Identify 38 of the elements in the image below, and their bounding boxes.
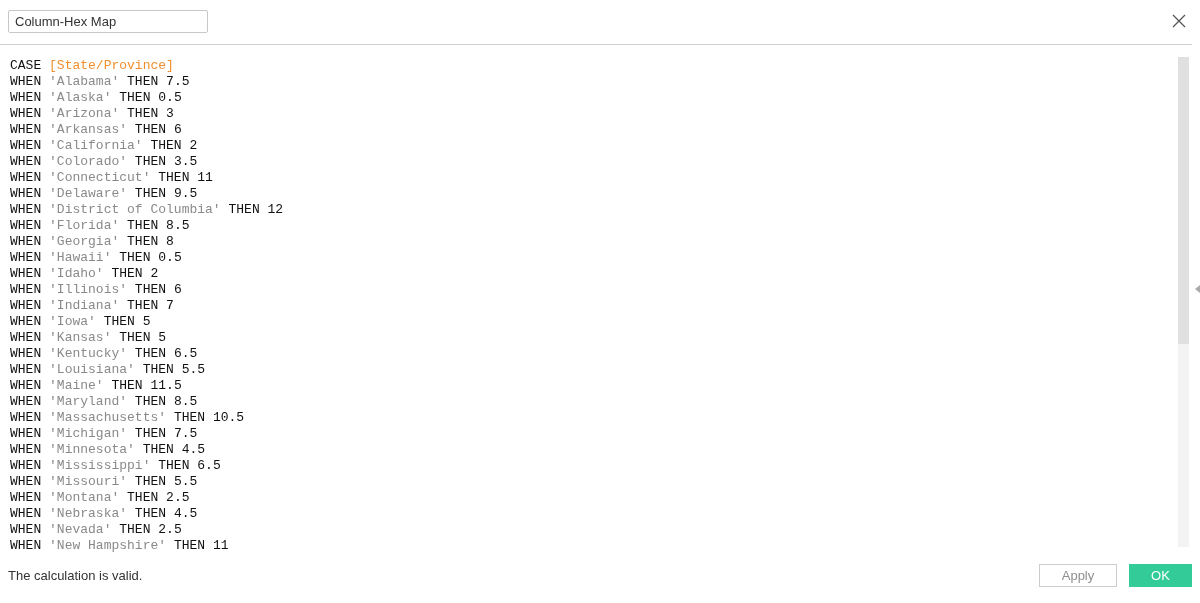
code-line: WHEN 'Massachusetts' THEN 10.5 — [10, 410, 246, 426]
collapse-handle-icon[interactable] — [1195, 285, 1200, 293]
code-line: WHEN 'Missouri' THEN 5.5 — [10, 474, 199, 490]
scrollbar-thumb[interactable] — [1178, 57, 1189, 344]
code-line: WHEN 'Nebraska' THEN 4.5 — [10, 506, 199, 522]
code-line: WHEN 'New Hampshire' THEN 11 — [10, 538, 230, 554]
code-line: WHEN 'Montana' THEN 2.5 — [10, 490, 191, 506]
code-line: WHEN 'Mississippi' THEN 6.5 — [10, 458, 222, 474]
code-line: WHEN 'Arizona' THEN 3 — [10, 106, 175, 122]
code-line: WHEN 'Georgia' THEN 8 — [10, 234, 175, 250]
code-line: WHEN 'Alaska' THEN 0.5 — [10, 90, 183, 106]
code-line: WHEN 'Connecticut' THEN 11 — [10, 170, 214, 186]
code-line: WHEN 'Delaware' THEN 9.5 — [10, 186, 199, 202]
code-line: WHEN 'Nevada' THEN 2.5 — [10, 522, 183, 538]
code-line: WHEN 'Florida' THEN 8.5 — [10, 218, 191, 234]
code-line: WHEN 'California' THEN 2 — [10, 138, 199, 154]
ok-button[interactable]: OK — [1129, 564, 1192, 587]
code-line: WHEN 'Indiana' THEN 7 — [10, 298, 175, 314]
code-line: WHEN 'Maryland' THEN 8.5 — [10, 394, 199, 410]
code-line: WHEN 'Hawaii' THEN 0.5 — [10, 250, 183, 266]
code-line: WHEN 'Michigan' THEN 7.5 — [10, 426, 199, 442]
close-icon[interactable] — [1172, 14, 1186, 28]
status-message: The calculation is valid. — [8, 568, 143, 583]
calculation-name-field[interactable]: Column-Hex Map — [8, 10, 208, 33]
code-line: WHEN 'Louisiana' THEN 5.5 — [10, 362, 207, 378]
code-line: WHEN 'Minnesota' THEN 4.5 — [10, 442, 207, 458]
code-line: CASE [State/Province] — [10, 58, 175, 74]
code-line: WHEN 'Maine' THEN 11.5 — [10, 378, 183, 394]
code-line: WHEN 'Kansas' THEN 5 — [10, 330, 168, 346]
code-line: WHEN 'Colorado' THEN 3.5 — [10, 154, 199, 170]
scrollbar-track[interactable] — [1178, 57, 1189, 547]
code-line: WHEN 'Arkansas' THEN 6 — [10, 122, 183, 138]
code-line: WHEN 'Kentucky' THEN 6.5 — [10, 346, 199, 362]
code-line: WHEN 'Illinois' THEN 6 — [10, 282, 183, 298]
code-line: WHEN 'Alabama' THEN 7.5 — [10, 74, 191, 90]
code-line: WHEN 'Idaho' THEN 2 — [10, 266, 160, 282]
code-line: WHEN 'Iowa' THEN 5 — [10, 314, 152, 330]
code-line: WHEN 'District of Columbia' THEN 12 — [10, 202, 285, 218]
